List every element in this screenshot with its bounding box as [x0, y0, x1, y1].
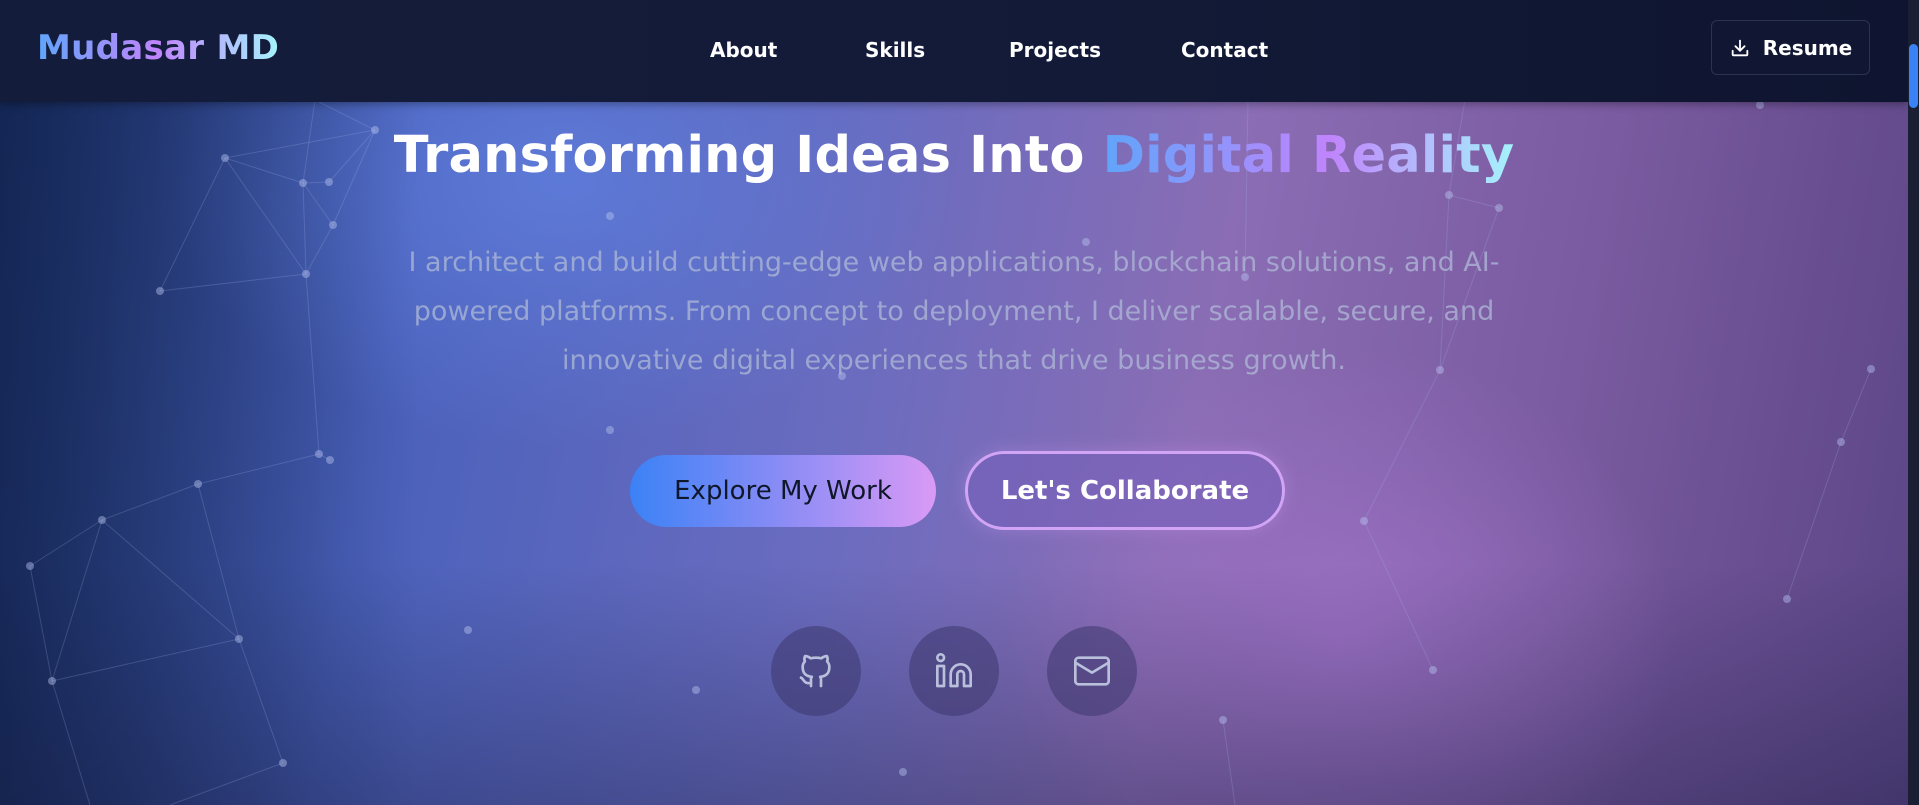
headline-gradient: Digital Reality	[1102, 126, 1515, 185]
resume-label: Resume	[1762, 35, 1853, 60]
email-link[interactable]	[1047, 626, 1137, 716]
nav-link-contact[interactable]: Contact	[1181, 38, 1268, 62]
github-link[interactable]	[771, 626, 861, 716]
mail-icon	[1074, 656, 1110, 686]
resume-download-button[interactable]: Resume	[1711, 20, 1870, 75]
headline-plain: Transforming Ideas Into	[393, 126, 1103, 185]
page-scrollbar[interactable]	[1908, 0, 1919, 805]
scrollbar-thumb[interactable]	[1909, 44, 1918, 108]
nav-link-projects[interactable]: Projects	[1009, 38, 1101, 62]
explore-work-button[interactable]: Explore My Work	[630, 455, 936, 527]
site-logo[interactable]: Mudasar MD	[37, 28, 279, 68]
collaborate-button[interactable]: Let's Collaborate	[965, 451, 1285, 530]
github-icon	[799, 654, 831, 688]
hero-subtitle: I architect and build cutting-edge web a…	[408, 247, 1500, 376]
linkedin-icon	[936, 653, 972, 688]
hero-headline: Transforming Ideas Into Digital Reality	[0, 126, 1908, 185]
linkedin-link[interactable]	[909, 626, 999, 716]
nav-link-skills[interactable]: Skills	[865, 38, 925, 62]
nav-link-about[interactable]: About	[710, 38, 777, 62]
download-icon	[1731, 39, 1748, 56]
top-navbar: Mudasar MD About Skills Projects Contact…	[0, 0, 1908, 102]
